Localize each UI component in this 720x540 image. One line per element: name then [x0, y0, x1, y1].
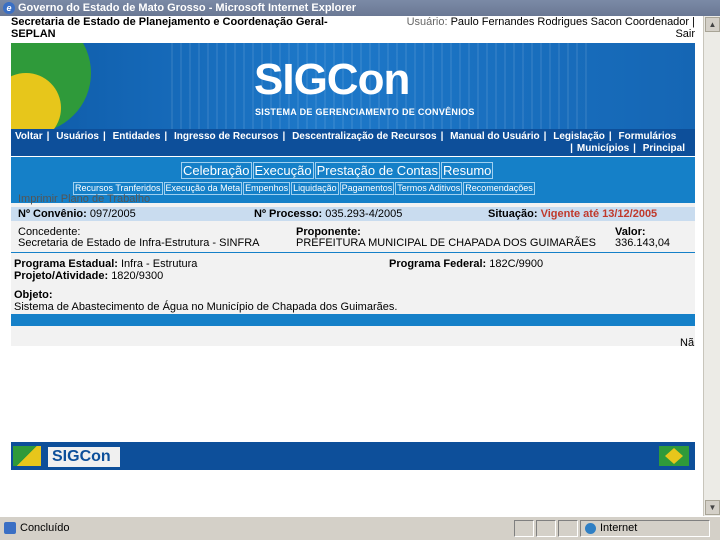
nav-manual[interactable]: Manual do Usuário — [450, 131, 539, 142]
page-done-icon — [4, 522, 16, 534]
status-text: Concluído — [20, 522, 70, 534]
divider — [11, 252, 695, 253]
sigcon-subtitle: SISTEMA DE GERENCIAMENTO DE CONVÊNIOS — [255, 107, 475, 117]
subtab-recomendacoes[interactable]: Recomendações — [463, 182, 535, 195]
main-nav: Voltar | Usuários | Entidades | Ingresso de… — [11, 129, 695, 156]
programa-federal: Programa Federal: 182C/9900 — [389, 258, 544, 270]
concedente-value: Secretaria de Estado de Infra-Estrutura … — [18, 237, 260, 249]
internet-explorer-icon: e — [3, 2, 15, 14]
user-label: Usuário: — [406, 16, 448, 28]
nav-usuarios[interactable]: Usuários — [56, 131, 99, 142]
leaf-icon — [13, 446, 41, 466]
subtab-termos-aditivos[interactable]: Termos Aditivos — [395, 182, 463, 195]
subtab-empenhos[interactable]: Empenhos — [243, 182, 291, 195]
status-bar: Concluído Internet — [0, 516, 720, 540]
nav-legislacao[interactable]: Legislação — [553, 131, 605, 142]
print-plan-link[interactable]: Imprimir Plano de Trabalho — [18, 193, 150, 205]
processo-number: Nº Processo: 035.293-4/2005 — [254, 208, 403, 220]
vertical-scrollbar[interactable]: ▲ ▼ — [703, 16, 720, 516]
mato-grosso-flag-icon — [659, 446, 689, 466]
scroll-up-icon[interactable]: ▲ — [705, 17, 720, 32]
nav-principal[interactable]: Principal — [643, 143, 685, 154]
subtab-pagamentos[interactable]: Pagamentos — [339, 182, 395, 195]
nav-formularios[interactable]: Formulários — [619, 131, 677, 142]
tab-celebracao[interactable]: Celebração — [181, 162, 252, 179]
truncated-text: Nã — [680, 337, 695, 349]
valor-value: 336.143,04 — [615, 237, 671, 249]
objeto-label: Objeto: — [14, 289, 53, 301]
nav-voltar[interactable]: Voltar — [15, 131, 43, 142]
window-title: Governo do Estado de Mato Grosso - Micro… — [18, 2, 356, 14]
tab-prestacao-contas[interactable]: Prestação de Contas — [314, 162, 440, 179]
window-titlebar: e Governo do Estado de Mato Grosso - Mic… — [0, 0, 720, 16]
user-info: Usuário: Paulo Fernandes Rodrigues Sacon… — [407, 16, 695, 40]
details-bottom-bar — [11, 314, 695, 326]
sigcon-banner: SIGCon SISTEMA DE GERENCIAMENTO DE CONVÊ… — [11, 43, 695, 129]
user-name: Paulo Fernandes Rodrigues Sacon Coordena… — [450, 16, 695, 28]
tab-resumo[interactable]: Resumo — [441, 162, 494, 179]
nav-entidades[interactable]: Entidades — [113, 131, 161, 142]
page-footer: SIGCon — [11, 442, 695, 470]
situacao: Situação: Vigente até 13/12/2005 — [488, 208, 658, 220]
footer-logo: SIGCon — [48, 447, 120, 467]
logout-link[interactable]: Sair — [675, 28, 695, 40]
status-badge: Vigente até 13/12/2005 — [540, 208, 658, 220]
nav-municipios[interactable]: Municípios — [577, 143, 629, 154]
org-name: Secretaria de Estado de Planejamento e C… — [11, 16, 328, 40]
subtab-execucao-meta[interactable]: Execução da Meta — [163, 182, 243, 195]
projeto-atividade: Projeto/Atividade: 1820/9300 — [14, 270, 164, 282]
subtab-liquidacao[interactable]: Liquidação — [291, 182, 339, 195]
objeto-value: Sistema de Abastecimento de Água no Muni… — [14, 301, 398, 313]
sigcon-logo: SIGCon — [254, 55, 410, 104]
zone-text: Internet — [600, 522, 638, 534]
nav-ingresso-recursos[interactable]: Ingresso de Recursos — [174, 131, 278, 142]
scroll-down-icon[interactable]: ▼ — [705, 500, 720, 515]
page-viewport: Secretaria de Estado de Planejamento e C… — [0, 16, 703, 516]
tab-execucao[interactable]: Execução — [252, 162, 314, 179]
convenio-number: Nº Convênio: 097/2005 — [18, 208, 136, 220]
nav-descentralizacao[interactable]: Descentralização de Recursos — [292, 131, 437, 142]
programa-estadual: Programa Estadual: Infra - Estrutura — [14, 258, 198, 270]
globe-icon — [585, 523, 596, 534]
proponente-value: PREFEITURA MUNICIPAL DE CHAPADA DOS GUIM… — [296, 237, 596, 249]
